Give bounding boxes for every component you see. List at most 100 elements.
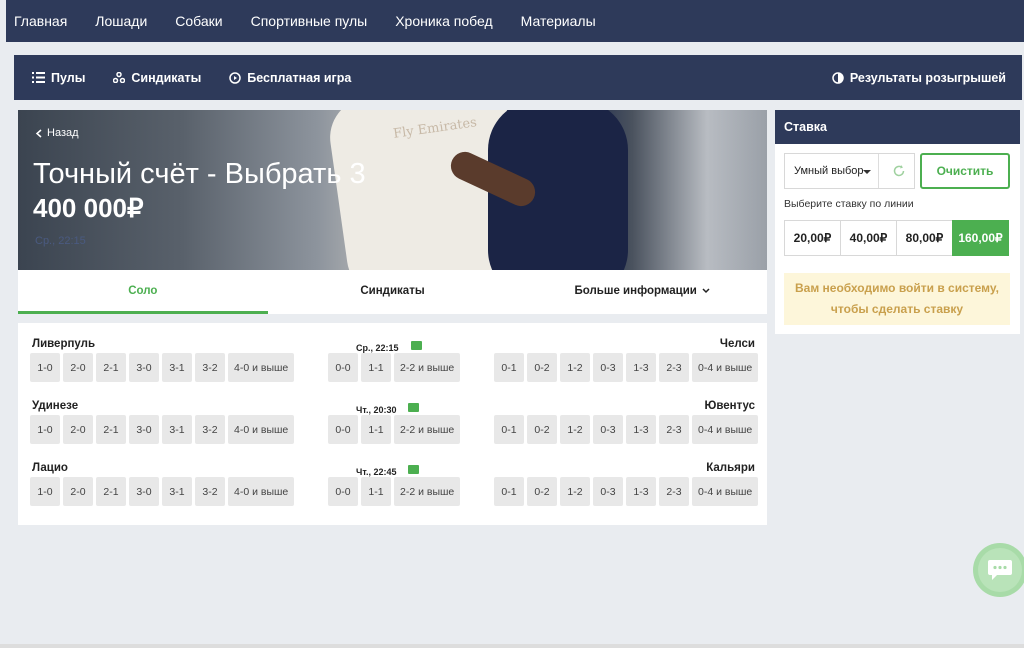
pick-button[interactable]: 1-2 xyxy=(560,353,590,382)
subnav-syndicates[interactable]: Синдикаты xyxy=(113,71,201,85)
pick-button[interactable]: 1-0 xyxy=(30,477,60,506)
away-team: Кальяри xyxy=(706,462,755,474)
pick-button[interactable]: 2-3 xyxy=(659,477,689,506)
pick-button[interactable]: 4-0 и выше xyxy=(228,477,295,506)
pick-button[interactable]: 1-0 xyxy=(30,415,60,444)
tab-syndicates-label: Синдикаты xyxy=(360,284,425,297)
pick-button[interactable]: 0-4 и выше xyxy=(692,477,759,506)
pick-button[interactable]: 1-1 xyxy=(361,353,391,382)
stats-icon[interactable] xyxy=(410,340,422,350)
pick-button[interactable]: 2-1 xyxy=(96,477,126,506)
nav-materials[interactable]: Материалы xyxy=(521,13,596,29)
pick-button[interactable]: 3-2 xyxy=(195,353,225,382)
subnav-pools[interactable]: Пулы xyxy=(32,71,85,85)
nav-horses[interactable]: Лошади xyxy=(95,13,147,29)
stats-icon[interactable] xyxy=(408,464,420,474)
refresh-icon[interactable] xyxy=(892,164,906,178)
pick-button[interactable]: 0-0 xyxy=(328,477,358,506)
pick-button[interactable]: 3-1 xyxy=(162,415,192,444)
pick-button[interactable]: 2-0 xyxy=(63,353,93,382)
bet-panel: Ставка Умный выбор Очистить Выберите ста… xyxy=(775,110,1020,334)
subnav-results[interactable]: Результаты розыгрышей xyxy=(832,71,1006,85)
home-team: Лацио xyxy=(32,462,68,474)
divider xyxy=(878,154,879,188)
pick-button[interactable]: 3-0 xyxy=(129,477,159,506)
pick-button[interactable]: 3-2 xyxy=(195,477,225,506)
nav-sport-pools[interactable]: Спортивные пулы xyxy=(251,13,368,29)
chevron-left-icon xyxy=(35,128,42,138)
pick-button[interactable]: 4-0 и выше xyxy=(228,415,295,444)
nav-wins-chronicle[interactable]: Хроника побед xyxy=(395,13,492,29)
pick-button[interactable]: 0-1 xyxy=(494,477,524,506)
pick-button[interactable]: 1-1 xyxy=(361,415,391,444)
stake-options: 20,00₽ 40,00₽ 80,00₽ 160,00₽ xyxy=(784,220,1009,256)
list-icon xyxy=(32,72,45,83)
pick-button[interactable]: 3-0 xyxy=(129,353,159,382)
pick-button[interactable]: 3-0 xyxy=(129,415,159,444)
tab-more-info[interactable]: Больше информации xyxy=(517,270,767,314)
stats-icon[interactable] xyxy=(408,402,420,412)
pool-title: Точный счёт - Выбрать 3 xyxy=(33,158,366,190)
stake-option[interactable]: 80,00₽ xyxy=(896,220,953,256)
pick-button[interactable]: 0-2 xyxy=(527,477,557,506)
smart-pick-label: Умный выбор xyxy=(794,165,864,177)
top-navigation: Главная Лошади Собаки Спортивные пулы Хр… xyxy=(6,0,1024,42)
pick-button[interactable]: 1-1 xyxy=(361,477,391,506)
pick-button[interactable]: 0-3 xyxy=(593,415,623,444)
clear-button[interactable]: Очистить xyxy=(920,153,1010,189)
nav-dogs[interactable]: Собаки xyxy=(175,13,222,29)
pick-button[interactable]: 3-1 xyxy=(162,353,192,382)
pick-button[interactable]: 2-2 и выше xyxy=(394,415,461,444)
away-picks: 0-1 0-2 1-2 0-3 1-3 2-3 0-4 и выше xyxy=(494,415,761,444)
play-circle-icon xyxy=(229,71,242,84)
pick-button[interactable]: 1-3 xyxy=(626,353,656,382)
stake-option[interactable]: 40,00₽ xyxy=(840,220,897,256)
tab-syndicates[interactable]: Синдикаты xyxy=(268,270,518,314)
pick-button[interactable]: 0-3 xyxy=(593,477,623,506)
pick-button[interactable]: 1-2 xyxy=(560,477,590,506)
pick-button[interactable]: 0-0 xyxy=(328,415,358,444)
pick-button[interactable]: 0-2 xyxy=(527,353,557,382)
subnav-pools-label: Пулы xyxy=(51,70,86,85)
pick-button[interactable]: 2-3 xyxy=(659,415,689,444)
pick-button[interactable]: 0-2 xyxy=(527,415,557,444)
pick-button[interactable]: 4-0 и выше xyxy=(228,353,295,382)
back-link[interactable]: Назад xyxy=(35,127,79,139)
stake-option[interactable]: 20,00₽ xyxy=(784,220,841,256)
chat-icon xyxy=(988,560,1012,580)
pick-button[interactable]: 2-1 xyxy=(96,415,126,444)
subnav-results-label: Результаты розыгрышей xyxy=(849,70,1006,85)
hero-banner: Fly Emirates Назад Точный счёт - Выбрать… xyxy=(18,110,767,270)
pick-button[interactable]: 2-0 xyxy=(63,415,93,444)
pick-button[interactable]: 1-3 xyxy=(626,415,656,444)
draw-picks: 0-0 1-1 2-2 и выше xyxy=(328,353,463,382)
tab-more-info-label: Больше информации xyxy=(574,284,697,297)
pick-button[interactable]: 0-0 xyxy=(328,353,358,382)
login-required-notice: Вам необходимо войти в систему, чтобы сд… xyxy=(784,273,1010,325)
pick-button[interactable]: 2-0 xyxy=(63,477,93,506)
pick-button[interactable]: 0-1 xyxy=(494,415,524,444)
stake-option-selected[interactable]: 160,00₽ xyxy=(952,220,1009,256)
pick-button[interactable]: 1-2 xyxy=(560,415,590,444)
pick-button[interactable]: 2-2 и выше xyxy=(394,353,461,382)
pick-button[interactable]: 3-2 xyxy=(195,415,225,444)
pick-button[interactable]: 0-4 и выше xyxy=(692,415,759,444)
pick-button[interactable]: 2-3 xyxy=(659,353,689,382)
subnav-free-game[interactable]: Бесплатная игра xyxy=(229,71,351,85)
pick-button[interactable]: 2-2 и выше xyxy=(394,477,461,506)
pick-button[interactable]: 2-1 xyxy=(96,353,126,382)
tab-solo[interactable]: Соло xyxy=(18,270,268,314)
pick-button[interactable]: 1-0 xyxy=(30,353,60,382)
match-row: Удинезе Чт., 20:30 Ювентус 1-0 2-0 2-1 3… xyxy=(18,400,767,462)
caret-down-icon xyxy=(863,170,871,174)
pick-button[interactable]: 3-1 xyxy=(162,477,192,506)
stake-hint: Выберите ставку по линии xyxy=(784,198,914,210)
pick-button[interactable]: 0-1 xyxy=(494,353,524,382)
pick-button[interactable]: 1-3 xyxy=(626,477,656,506)
pick-button[interactable]: 0-4 и выше xyxy=(692,353,759,382)
pick-button[interactable]: 0-3 xyxy=(593,353,623,382)
smart-pick-select[interactable]: Умный выбор xyxy=(784,153,915,189)
nav-home[interactable]: Главная xyxy=(14,13,67,29)
chat-button[interactable] xyxy=(973,543,1024,597)
subnav-syndicates-label: Синдикаты xyxy=(131,70,202,85)
